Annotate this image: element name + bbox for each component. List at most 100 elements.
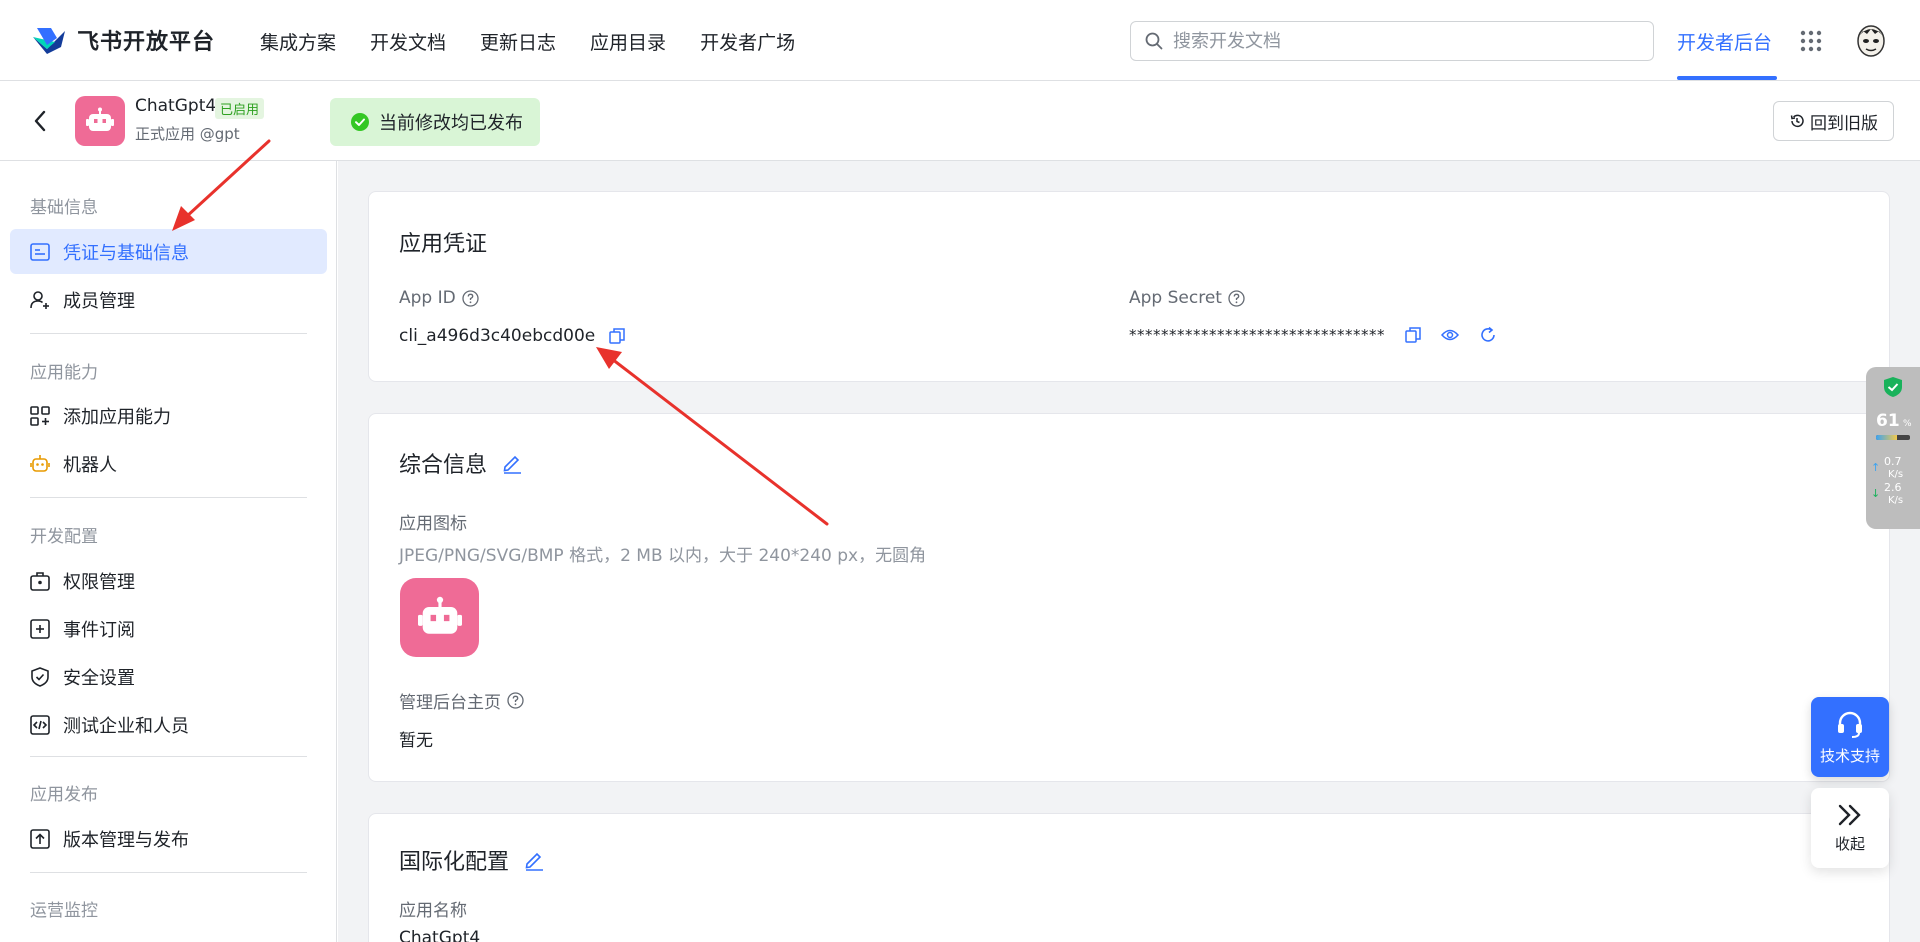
active-tab-indicator	[1677, 76, 1777, 80]
i18n-card: 国际化配置 应用名称 ChatGpt4	[368, 813, 1890, 942]
nav-link-changelog[interactable]: 更新日志	[480, 28, 556, 55]
sidebar-item-label: 权限管理	[63, 571, 135, 593]
app-name-label: 应用名称	[399, 901, 467, 921]
shield-icon	[30, 666, 50, 687]
app-id-value[interactable]: cli_a496d3c40ebcd00e	[399, 326, 595, 346]
general-info-title-text: 综合信息	[399, 453, 488, 478]
shield-check-icon	[1883, 376, 1903, 398]
network-monitor-widget[interactable]: 61 % ↑ 0.7 K/s ↓ 2.6 K/s	[1866, 367, 1920, 529]
app-icon-hint: JPEG/PNG/SVG/BMP 格式，2 MB 以内，大于 240*240 p…	[399, 546, 927, 566]
sidebar-item-version-release[interactable]: 版本管理与发布	[10, 816, 327, 861]
robot-icon	[417, 596, 462, 634]
help-icon[interactable]	[1228, 289, 1245, 307]
id-card-icon	[30, 242, 50, 261]
nav-developer-console[interactable]: 开发者后台	[1677, 28, 1772, 55]
search-icon	[1145, 32, 1163, 50]
sidebar-item-security[interactable]: 安全设置	[10, 654, 327, 699]
collapse-label: 收起	[1834, 834, 1865, 853]
sidebar-item-label: 凭证与基础信息	[63, 242, 189, 264]
nav-link-developer-plaza[interactable]: 开发者广场	[700, 28, 795, 55]
back-arrow-icon[interactable]	[33, 109, 47, 133]
apps-add-icon	[30, 405, 50, 426]
user-add-icon	[30, 290, 50, 310]
app-secret-row: ********************************	[1129, 326, 1497, 344]
tech-support-label: 技术支持	[1819, 746, 1880, 765]
nav-links: 集成方案 开发文档 更新日志 应用目录 开发者广场	[260, 28, 795, 55]
sidebar-item-add-capability[interactable]: 添加应用能力	[10, 393, 327, 438]
refresh-icon[interactable]	[1479, 326, 1497, 344]
collapse-button[interactable]: 收起	[1811, 788, 1889, 868]
robot-icon	[30, 454, 50, 474]
upload-icon	[30, 828, 50, 849]
sidebar-divider	[30, 756, 307, 757]
app-secret-label: App Secret	[1129, 288, 1245, 308]
sidebar: 基础信息 凭证与基础信息 成员管理 应用能力 添加应用能力 机器人 开发配置 权…	[0, 161, 337, 942]
sidebar-item-permissions[interactable]: 权限管理	[10, 558, 327, 603]
code-icon	[30, 714, 50, 735]
download-speed-unit: K/s	[1888, 495, 1904, 506]
sidebar-item-label: 添加应用能力	[63, 406, 171, 428]
copy-icon[interactable]	[609, 328, 625, 344]
credentials-title-text: 应用凭证	[399, 232, 488, 257]
app-id-label-text: App ID	[399, 288, 456, 308]
robot-icon	[86, 107, 114, 131]
sidebar-item-test-tenants[interactable]: 测试企业和人员	[10, 702, 327, 747]
search-box[interactable]	[1130, 21, 1654, 61]
sidebar-item-label: 测试企业和人员	[63, 715, 189, 737]
edit-icon[interactable]	[523, 849, 545, 871]
briefcase-lock-icon	[30, 571, 50, 591]
credentials-title: 应用凭证	[399, 226, 487, 258]
sidebar-divider	[30, 333, 307, 334]
sidebar-item-label: 版本管理与发布	[63, 829, 189, 851]
sidebar-item-bot[interactable]: 机器人	[10, 441, 327, 486]
sidebar-item-members[interactable]: 成员管理	[10, 277, 327, 322]
nav-link-docs[interactable]: 开发文档	[370, 28, 446, 55]
app-id-row: cli_a496d3c40ebcd00e	[399, 326, 625, 346]
app-subtitle: 正式应用 @gpt	[135, 125, 240, 143]
history-icon	[1789, 113, 1805, 129]
eye-icon[interactable]	[1441, 328, 1459, 342]
usage-bar-fill	[1876, 435, 1897, 440]
brand[interactable]: 飞书开放平台	[31, 24, 215, 56]
main-content: 应用凭证 App ID cli_a496d3c40ebcd00e App Sec…	[338, 161, 1920, 942]
app-icon-preview[interactable]	[400, 578, 479, 657]
arrow-up-icon: ↑	[1871, 461, 1881, 474]
help-icon[interactable]	[462, 289, 479, 307]
sidebar-item-credentials[interactable]: 凭证与基础信息	[10, 229, 327, 274]
nav-link-solutions[interactable]: 集成方案	[260, 28, 336, 55]
edit-icon[interactable]	[501, 452, 523, 474]
copy-icon[interactable]	[1405, 327, 1421, 343]
sidebar-divider	[30, 872, 307, 873]
admin-home-label-text: 管理后台主页	[399, 693, 501, 713]
app-name: ChatGpt4	[135, 96, 217, 116]
cpu-percent: 61	[1876, 411, 1900, 431]
i18n-title-text: 国际化配置	[399, 850, 510, 875]
sidebar-group-capabilities: 应用能力	[30, 363, 98, 383]
headset-icon	[1835, 709, 1865, 739]
double-chevron-right-icon	[1836, 803, 1864, 827]
help-icon[interactable]	[507, 692, 524, 709]
arrow-down-icon: ↓	[1871, 487, 1881, 500]
avatar[interactable]	[1855, 22, 1887, 58]
sidebar-group-release: 应用发布	[30, 785, 98, 805]
search-input[interactable]	[1173, 30, 1633, 52]
app-id-label: App ID	[399, 288, 479, 308]
cpu-percent-sign: %	[1903, 419, 1912, 429]
admin-home-label: 管理后台主页	[399, 688, 524, 713]
app-header: ChatGpt4 已启用 正式应用 @gpt 当前修改均已发布 回到旧版	[0, 81, 1920, 161]
publish-status-text: 当前修改均已发布	[379, 113, 523, 134]
sidebar-item-label: 安全设置	[63, 667, 135, 689]
app-secret-value: ********************************	[1129, 326, 1385, 344]
upload-speed-unit: K/s	[1888, 469, 1904, 480]
apps-grid-icon[interactable]	[1800, 30, 1822, 52]
sidebar-divider	[30, 497, 307, 498]
app-icon	[75, 96, 125, 146]
top-nav: 飞书开放平台 集成方案 开发文档 更新日志 应用目录 开发者广场 开发者后台	[0, 0, 1920, 81]
event-add-icon	[30, 618, 50, 639]
admin-home-value: 暂无	[399, 731, 433, 751]
nav-link-app-directory[interactable]: 应用目录	[590, 28, 666, 55]
publish-status: 当前修改均已发布	[330, 98, 540, 146]
back-to-old-version-button[interactable]: 回到旧版	[1773, 101, 1894, 141]
sidebar-item-events[interactable]: 事件订阅	[10, 606, 327, 651]
tech-support-button[interactable]: 技术支持	[1811, 697, 1889, 777]
